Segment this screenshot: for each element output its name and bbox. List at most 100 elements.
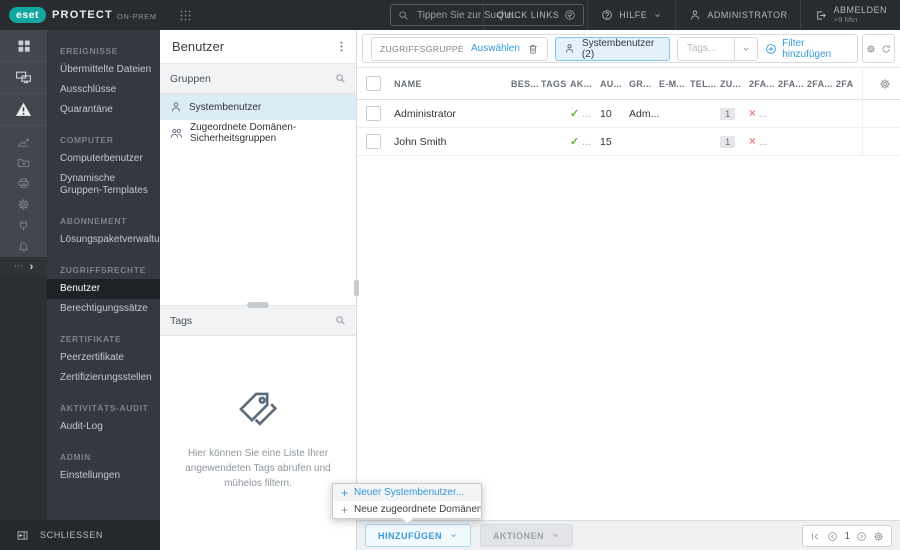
menu-item-label: Neue zugeordnete Domänen-Sic...	[354, 504, 481, 515]
cell-aktiviert: ✓...	[570, 135, 600, 148]
add-filter-button[interactable]: Filter hinzufügen	[765, 38, 849, 60]
bell-icon	[17, 219, 30, 232]
panel-menu-icon[interactable]	[335, 40, 348, 53]
rail-item-dashboard[interactable]	[0, 30, 47, 62]
groups-panel: Benutzer Gruppen Systembenutzer Zugeordn…	[160, 30, 359, 550]
rail-expand-button[interactable]: ⋯ ›	[0, 257, 47, 276]
rail-item-integrations[interactable]	[0, 236, 47, 257]
chevron-down-icon	[551, 531, 560, 540]
pagination-settings-gear-icon[interactable]	[873, 531, 884, 542]
actions-button[interactable]: AKTIONEN	[480, 524, 573, 547]
user-name: John Smith	[394, 135, 447, 148]
rail-item-notifications[interactable]	[0, 215, 47, 236]
column-header-zugewiesen[interactable]: ZU...	[720, 79, 749, 89]
refresh-icon[interactable]	[881, 44, 891, 54]
cell-auto-logout: 10	[600, 107, 612, 120]
eset-logo: eset	[9, 7, 47, 23]
rail-item-reports[interactable]	[0, 131, 47, 152]
column-header-tags[interactable]: TAGS	[541, 79, 570, 89]
column-header-2fa-3[interactable]: 2FA...	[807, 79, 836, 89]
column-header-aktiviert[interactable]: AK...	[570, 79, 600, 89]
top-bar: eset PROTECT ON-PREM QUICK LINKS HILFE A…	[0, 0, 900, 30]
column-header-gruppe[interactable]: GR...	[629, 79, 659, 89]
quick-links-menu[interactable]: QUICK LINKS	[482, 0, 588, 30]
sidebar-item-peerzertifikate[interactable]: Peerzertifikate	[47, 348, 160, 368]
access-group-select-link[interactable]: Auswählen	[471, 43, 520, 54]
rail-item-installers[interactable]	[0, 173, 47, 194]
user-menu[interactable]: ADMINISTRATOR	[675, 0, 800, 30]
sidebar-item-dynamische-gruppen-templates[interactable]: Dynamische Gruppen-Templates	[47, 169, 160, 201]
tags-filter-dropdown[interactable]: Tags...	[676, 36, 759, 61]
person-icon	[170, 101, 182, 113]
search-icon[interactable]	[335, 73, 346, 84]
sidebar-item-benutzer[interactable]: Benutzer	[47, 279, 160, 299]
nav-section-abonnement: ABONNEMENT	[60, 216, 127, 226]
group-item-systembenutzer[interactable]: Systembenutzer	[160, 94, 356, 120]
first-page-icon[interactable]	[810, 531, 821, 542]
sidebar-item-uebermittelte-dateien[interactable]: Übermittelte Dateien	[47, 60, 160, 80]
computers-icon	[15, 69, 32, 86]
column-header-telefon[interactable]: TEL...	[690, 79, 720, 89]
sidebar-item-berechtigungssaetze[interactable]: Berechtigungssätze	[47, 299, 160, 319]
cell-zugewiesen: 1	[720, 135, 749, 148]
select-all-checkbox[interactable]	[366, 76, 381, 91]
column-header-name[interactable]: NAME	[394, 79, 511, 89]
next-page-icon[interactable]	[856, 531, 867, 542]
brand: eset PROTECT ON-PREM	[0, 7, 192, 23]
row-checkbox[interactable]	[366, 106, 381, 121]
rail-item-detections[interactable]	[0, 94, 47, 126]
people-icon	[170, 127, 183, 140]
sidebar-item-audit-log[interactable]: Audit-Log	[47, 417, 160, 437]
truncation-ellipsis: ...	[758, 108, 768, 120]
page-number: 1	[844, 530, 850, 542]
splitter-handle-vertical[interactable]	[354, 280, 359, 296]
group-item-label: Zugeordnete Domänen-Sicherheitsgruppen	[190, 122, 297, 144]
table-row[interactable]: John Smith ✓... 15 1 ×...	[357, 128, 900, 156]
check-icon: ✓	[570, 136, 580, 148]
group-item-domaenen-sicherheitsgruppen[interactable]: Zugeordnete Domänen-Sicherheitsgruppen	[160, 120, 356, 146]
column-header-2fa-2[interactable]: 2FA...	[778, 79, 807, 89]
collapse-icon	[16, 529, 29, 542]
plus-circle-icon	[765, 43, 777, 55]
gear-icon[interactable]	[866, 44, 876, 54]
quick-links-label: QUICK LINKS	[496, 10, 560, 20]
chevron-down-icon	[449, 531, 458, 540]
logout-button[interactable]: ABMELDEN >9 Min	[800, 0, 900, 30]
rail-item-computers[interactable]	[0, 62, 47, 94]
truncation-ellipsis: ...	[758, 136, 768, 148]
rail-filler	[0, 276, 47, 550]
column-header-beschreibung[interactable]: BES...	[511, 79, 541, 89]
search-icon[interactable]	[335, 315, 346, 326]
splitter-handle-horizontal[interactable]	[247, 302, 269, 308]
sidebar-collapse-button[interactable]: SCHLIESSEN	[0, 520, 160, 550]
sidebar-item-einstellungen[interactable]: Einstellungen	[47, 466, 160, 486]
ellipsis-icon: ⋯	[13, 261, 24, 272]
menu-item-neuer-systembenutzer[interactable]: + Neuer Systembenutzer...	[333, 484, 481, 501]
chevron-right-icon: ›	[29, 260, 34, 273]
chevron-down-icon	[565, 11, 574, 20]
nav-section-ereignisse: EREIGNISSE	[60, 46, 118, 56]
sidebar-item-quarantaene[interactable]: Quarantäne	[47, 100, 160, 120]
sidebar-item-zertifizierungsstellen[interactable]: Zertifizierungsstellen	[47, 368, 160, 388]
add-button[interactable]: HINZUFÜGEN	[365, 524, 471, 547]
column-header-auto-logout[interactable]: AU...	[600, 79, 629, 89]
previous-page-icon[interactable]	[827, 531, 838, 542]
trash-icon[interactable]	[527, 43, 539, 55]
rail-item-tasks[interactable]	[0, 152, 47, 173]
app-launcher-icon[interactable]	[179, 9, 192, 22]
plus-icon: +	[341, 502, 349, 517]
column-header-2fa-4[interactable]: 2FA	[836, 79, 862, 89]
table-row[interactable]: Administrator ✓... 10 Adm... 1 ×...	[357, 100, 900, 128]
group-filter-chip[interactable]: Systembenutzer (2)	[554, 36, 670, 61]
column-header-email[interactable]: E-M...	[659, 79, 690, 89]
sidebar-item-computerbenutzer[interactable]: Computerbenutzer	[47, 149, 160, 169]
sidebar-item-ausschluesse[interactable]: Ausschlüsse	[47, 80, 160, 100]
sidebar-item-loesungspaketverwaltung[interactable]: Lösungspaketverwaltung	[47, 230, 160, 250]
help-menu[interactable]: HILFE	[587, 0, 675, 30]
actions-button-label: AKTIONEN	[493, 530, 544, 541]
table-settings-gear-icon[interactable]	[879, 78, 891, 90]
rail-item-policies[interactable]	[0, 194, 47, 215]
column-header-2fa-1[interactable]: 2FA...	[749, 79, 778, 89]
dropdown-toggle[interactable]	[734, 37, 757, 60]
row-checkbox[interactable]	[366, 134, 381, 149]
